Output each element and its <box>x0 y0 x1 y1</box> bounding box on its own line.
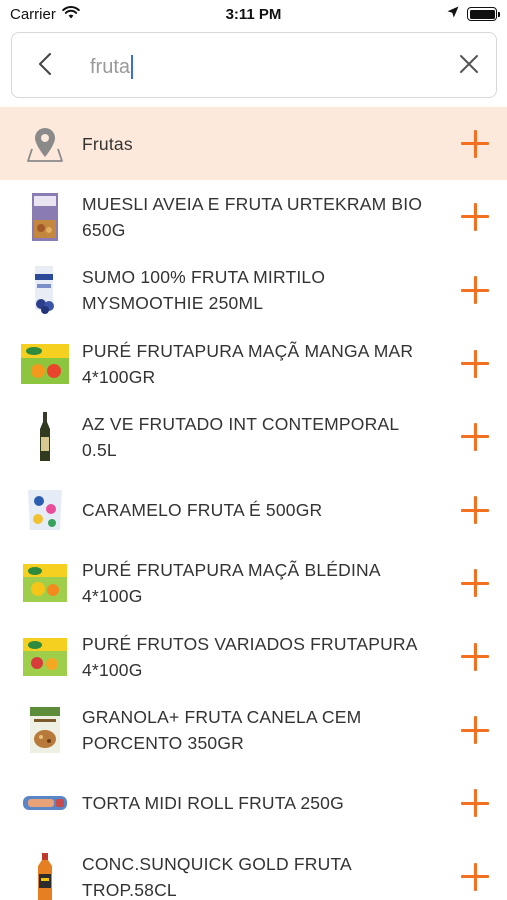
product-name: GRANOLA+ FRUTA CANELA CEM PORCENTO 350GR <box>82 707 362 754</box>
product-image <box>20 482 70 538</box>
add-button[interactable] <box>461 349 489 378</box>
text-cursor <box>131 55 134 79</box>
product-row[interactable]: AZ VE FRUTADO INT CONTEMPORAL 0.5L <box>0 400 507 473</box>
product-image <box>20 336 70 392</box>
search-query: fruta <box>90 55 131 78</box>
map-pin-icon <box>20 116 70 172</box>
results-list: Frutas MUESLI AVEIA E FRUTA URTEKRAM BIO… <box>0 107 507 900</box>
search-input[interactable]: fruta <box>90 53 430 81</box>
location-arrow-icon <box>447 5 459 23</box>
product-image <box>20 409 70 465</box>
add-button[interactable] <box>461 496 489 525</box>
chevron-left-icon <box>38 52 52 80</box>
product-name: TORTA MIDI ROLL FRUTA 250G <box>82 793 344 814</box>
battery-icon <box>467 7 500 21</box>
add-button[interactable] <box>461 422 489 451</box>
product-image <box>20 775 70 831</box>
add-button[interactable] <box>461 569 489 598</box>
product-name: PURÉ FRUTAPURA MAÇÃ BLÉDINA 4*100G <box>82 560 380 607</box>
product-name: CARAMELO FRUTA É 500GR <box>82 500 323 521</box>
category-row[interactable]: Frutas <box>0 107 507 181</box>
product-row[interactable]: PURÉ FRUTAPURA MAÇÃ BLÉDINA 4*100G <box>0 547 507 620</box>
status-bar: Carrier 3:11 PM <box>0 0 507 28</box>
product-row[interactable]: CARAMELO FRUTA É 500GR <box>0 473 507 546</box>
back-button[interactable] <box>30 51 60 81</box>
product-name: MUESLI AVEIA E FRUTA URTEKRAM BIO 650G <box>82 193 423 240</box>
status-icons <box>447 5 500 23</box>
add-button[interactable] <box>461 716 489 745</box>
product-row[interactable]: TORTA MIDI ROLL FRUTA 250G <box>0 767 507 840</box>
product-row[interactable]: PURÉ FRUTAPURA MAÇÃ MANGA MAR 4*100GR <box>0 327 507 400</box>
add-button[interactable] <box>461 789 489 818</box>
add-button[interactable] <box>461 642 489 671</box>
add-button[interactable] <box>461 276 489 305</box>
product-image <box>20 555 70 611</box>
product-name: CONC.SUNQUICK GOLD FRUTA TROP.58CL <box>82 853 351 900</box>
product-image <box>20 849 70 900</box>
product-name: PURÉ FRUTAPURA MAÇÃ MANGA MAR 4*100GR <box>82 340 414 387</box>
product-row[interactable]: SUMO 100% FRUTA MIRTILO MYSMOOTHIE 250ML <box>0 254 507 327</box>
product-image <box>20 629 70 685</box>
product-row[interactable]: MUESLI AVEIA E FRUTA URTEKRAM BIO 650G <box>0 180 507 253</box>
product-image <box>20 702 70 758</box>
product-row[interactable]: GRANOLA+ FRUTA CANELA CEM PORCENTO 350GR <box>0 693 507 766</box>
category-label: Frutas <box>82 133 133 154</box>
clock: 3:11 PM <box>225 6 282 23</box>
product-image <box>20 189 70 245</box>
add-button[interactable] <box>461 202 489 231</box>
search-bar: fruta <box>11 32 497 98</box>
add-button[interactable] <box>461 129 489 158</box>
product-name: AZ VE FRUTADO INT CONTEMPORAL 0.5L <box>82 413 399 460</box>
product-name: PURÉ FRUTOS VARIADOS FRUTAPURA 4*100G <box>82 633 417 680</box>
close-icon <box>459 54 479 79</box>
product-name: SUMO 100% FRUTA MIRTILO MYSMOOTHIE 250ML <box>82 267 326 314</box>
product-image <box>20 262 70 318</box>
clear-search-button[interactable] <box>454 51 484 81</box>
product-row[interactable]: PURÉ FRUTOS VARIADOS FRUTAPURA 4*100G <box>0 620 507 693</box>
product-row[interactable]: CONC.SUNQUICK GOLD FRUTA TROP.58CL <box>0 840 507 900</box>
add-button[interactable] <box>461 862 489 891</box>
